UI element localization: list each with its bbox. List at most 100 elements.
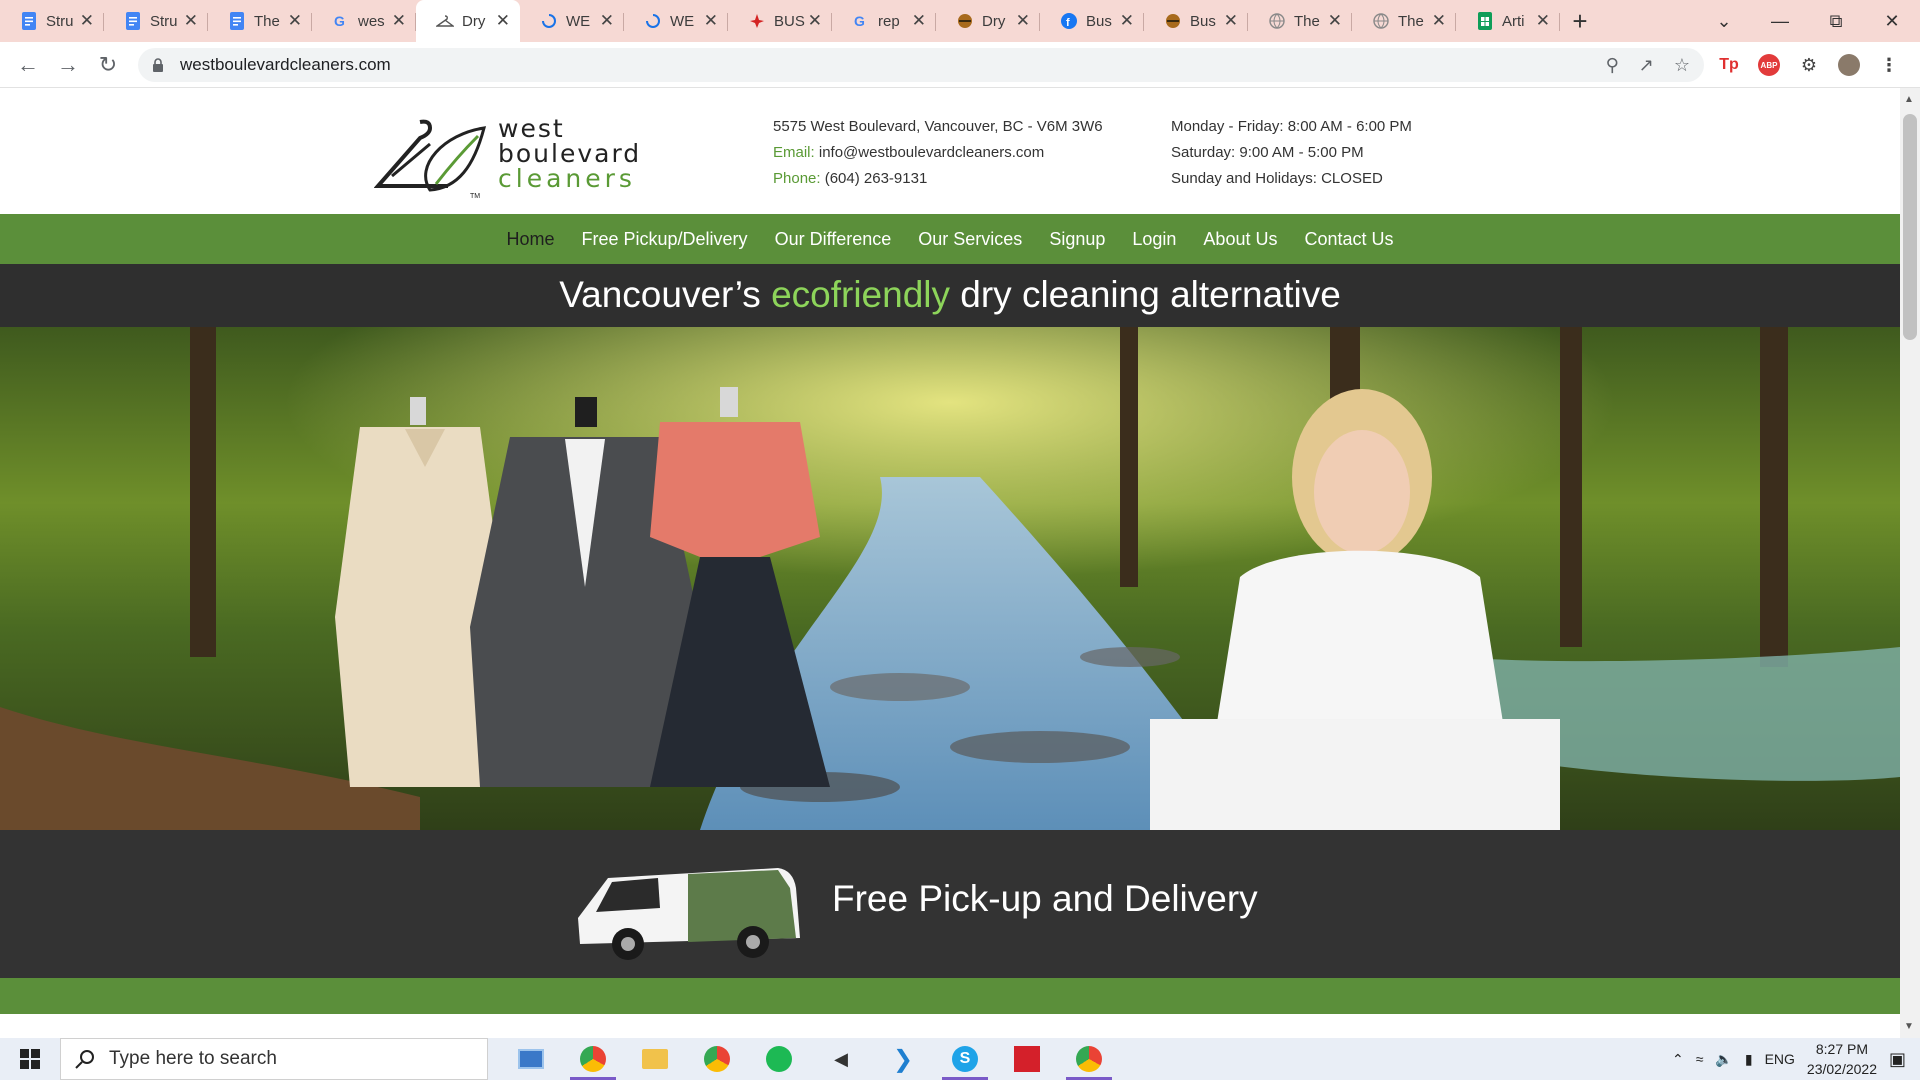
media-player-icon: ◀ [834,1048,848,1069]
profile-avatar[interactable] [1838,54,1860,76]
close-window-button[interactable]: ✕ [1864,11,1920,32]
nav-our-difference[interactable]: Our Difference [775,229,892,250]
browser-tab[interactable]: Stru ✕ [104,0,208,42]
taskbar-app-chrome-profile[interactable] [562,1038,624,1080]
nav-contact-us[interactable]: Contact Us [1304,229,1393,250]
close-tab-icon[interactable]: ✕ [184,12,198,29]
close-tab-icon[interactable]: ✕ [496,12,510,29]
taskbar-app-chrome[interactable] [686,1038,748,1080]
nav-about-us[interactable]: About Us [1203,229,1277,250]
delivery-banner[interactable]: Free Pick-up and Delivery [0,830,1900,978]
url-text[interactable]: westboulevardcleaners.com [180,55,391,75]
nav-our-services[interactable]: Our Services [918,229,1022,250]
adblock-icon[interactable]: ABP [1758,54,1780,76]
close-tab-icon[interactable]: ✕ [1328,12,1342,29]
notifications-icon[interactable]: ▣ [1889,1049,1906,1070]
taskbar-app-news[interactable] [500,1038,562,1080]
browser-tab[interactable]: Dry ✕ [416,0,520,42]
browser-tab[interactable]: f Bus ✕ [1040,0,1144,42]
tab-search-chevron-icon[interactable]: ⌄ [1696,11,1752,32]
close-tab-icon[interactable]: ✕ [1016,12,1030,29]
google-icon: G [332,12,350,30]
network-icon[interactable]: ≈ [1696,1051,1704,1067]
nav-signup[interactable]: Signup [1049,229,1105,250]
amd-icon [1014,1046,1040,1072]
extension-tp-icon[interactable]: Tp [1718,54,1740,76]
page-viewport: TM west boulevard cleaners 5575 West Bou… [0,88,1900,1038]
reload-button[interactable]: ↻ [88,45,128,85]
start-button[interactable] [0,1038,60,1080]
language-indicator[interactable]: ENG [1765,1051,1795,1067]
share-icon[interactable]: ↗ [1639,55,1654,76]
forward-button[interactable]: → [48,45,88,85]
scrollbar-thumb[interactable] [1903,114,1917,340]
delivery-title[interactable]: Free Pick-up and Delivery [832,878,1258,920]
browser-tab[interactable]: The ✕ [1352,0,1456,42]
taskbar-clock[interactable]: 8:27 PM 23/02/2022 [1807,1039,1877,1079]
lock-icon[interactable] [152,58,166,72]
close-tab-icon[interactable]: ✕ [1432,12,1446,29]
address-bar[interactable]: westboulevardcleaners.com ⚲ ↗ ☆ [138,48,1704,82]
nav-home[interactable]: Home [506,229,554,250]
browser-tab[interactable]: Grep ✕ [832,0,936,42]
browser-tab[interactable]: Gwes ✕ [312,0,416,42]
taskbar-search-placeholder[interactable]: Type here to search [109,1048,277,1070]
content-area [0,1014,1860,1038]
tab-title: The [1398,12,1424,30]
close-tab-icon[interactable]: ✕ [392,12,406,29]
burger-icon [956,12,974,30]
tagline-text: Vancouver’s ecofriendly dry cleaning alt… [559,274,1341,315]
taskbar-app-amd[interactable] [996,1038,1058,1080]
extensions-puzzle-icon[interactable]: ⚙ [1798,54,1820,76]
taskbar-app-skype[interactable]: S [934,1038,996,1080]
browser-tab[interactable]: The ✕ [208,0,312,42]
site-logo[interactable]: TM west boulevard cleaners [373,116,664,200]
browser-tab[interactable]: WE ✕ [520,0,624,42]
scroll-up-icon[interactable]: ▲ [1904,94,1914,105]
close-tab-icon[interactable]: ✕ [912,12,926,29]
close-tab-icon[interactable]: ✕ [704,12,718,29]
taskbar-search[interactable]: Type here to search [60,1038,488,1080]
browser-tab[interactable]: Arti ✕ [1456,0,1560,42]
google-docs-icon [124,12,142,30]
taskbar-app-vscode[interactable]: ❯ [872,1038,934,1080]
close-tab-icon[interactable]: ✕ [1224,12,1238,29]
close-tab-icon[interactable]: ✕ [1536,12,1550,29]
minimize-button[interactable]: — [1752,11,1808,32]
restore-button[interactable]: ⧉ [1808,11,1864,32]
close-tab-icon[interactable]: ✕ [600,12,614,29]
taskbar-app-chrome-2[interactable] [1058,1038,1120,1080]
folder-icon [642,1049,668,1069]
taskbar-app-file-explorer[interactable] [624,1038,686,1080]
yelp-icon [748,12,766,30]
taskbar-app-spotify[interactable] [748,1038,810,1080]
scroll-down-icon[interactable]: ▼ [1904,1021,1914,1032]
email-link[interactable]: info@westboulevardcleaners.com [819,144,1044,161]
volume-icon[interactable]: 🔈 [1715,1051,1732,1068]
nav-login[interactable]: Login [1132,229,1176,250]
close-tab-icon[interactable]: ✕ [1120,12,1134,29]
phone-link[interactable]: (604) 263-9131 [825,170,928,187]
hanger-leaf-logo-icon: TM [373,119,487,200]
nav-free-pickup-delivery[interactable]: Free Pickup/Delivery [582,229,748,250]
browser-tab[interactable]: WE ✕ [624,0,728,42]
browser-tab[interactable]: Dry ✕ [936,0,1040,42]
new-tab-button[interactable]: + [1560,0,1600,42]
close-tab-icon[interactable]: ✕ [808,12,822,29]
svg-text:G: G [334,13,345,29]
zoom-icon[interactable]: ⚲ [1606,55,1619,76]
browser-tab[interactable]: BUS ✕ [728,0,832,42]
page-scrollbar[interactable]: ▲ ▼ [1900,88,1920,1038]
browser-tab[interactable]: Stru ✕ [0,0,104,42]
bookmark-star-icon[interactable]: ☆ [1674,55,1690,76]
taskbar-app-media[interactable]: ◀ [810,1038,872,1080]
back-button[interactable]: ← [8,45,48,85]
browser-tab[interactable]: Bus ✕ [1144,0,1248,42]
battery-icon[interactable]: ▮ [1745,1051,1753,1068]
taskbar-apps: ◀ ❯ S [500,1038,1120,1080]
tray-overflow-chevron-icon[interactable]: ⌃ [1672,1051,1684,1068]
close-tab-icon[interactable]: ✕ [288,12,302,29]
browser-tab[interactable]: The ✕ [1248,0,1352,42]
close-tab-icon[interactable]: ✕ [80,12,94,29]
browser-menu-icon[interactable]: ⋮ [1878,54,1900,76]
